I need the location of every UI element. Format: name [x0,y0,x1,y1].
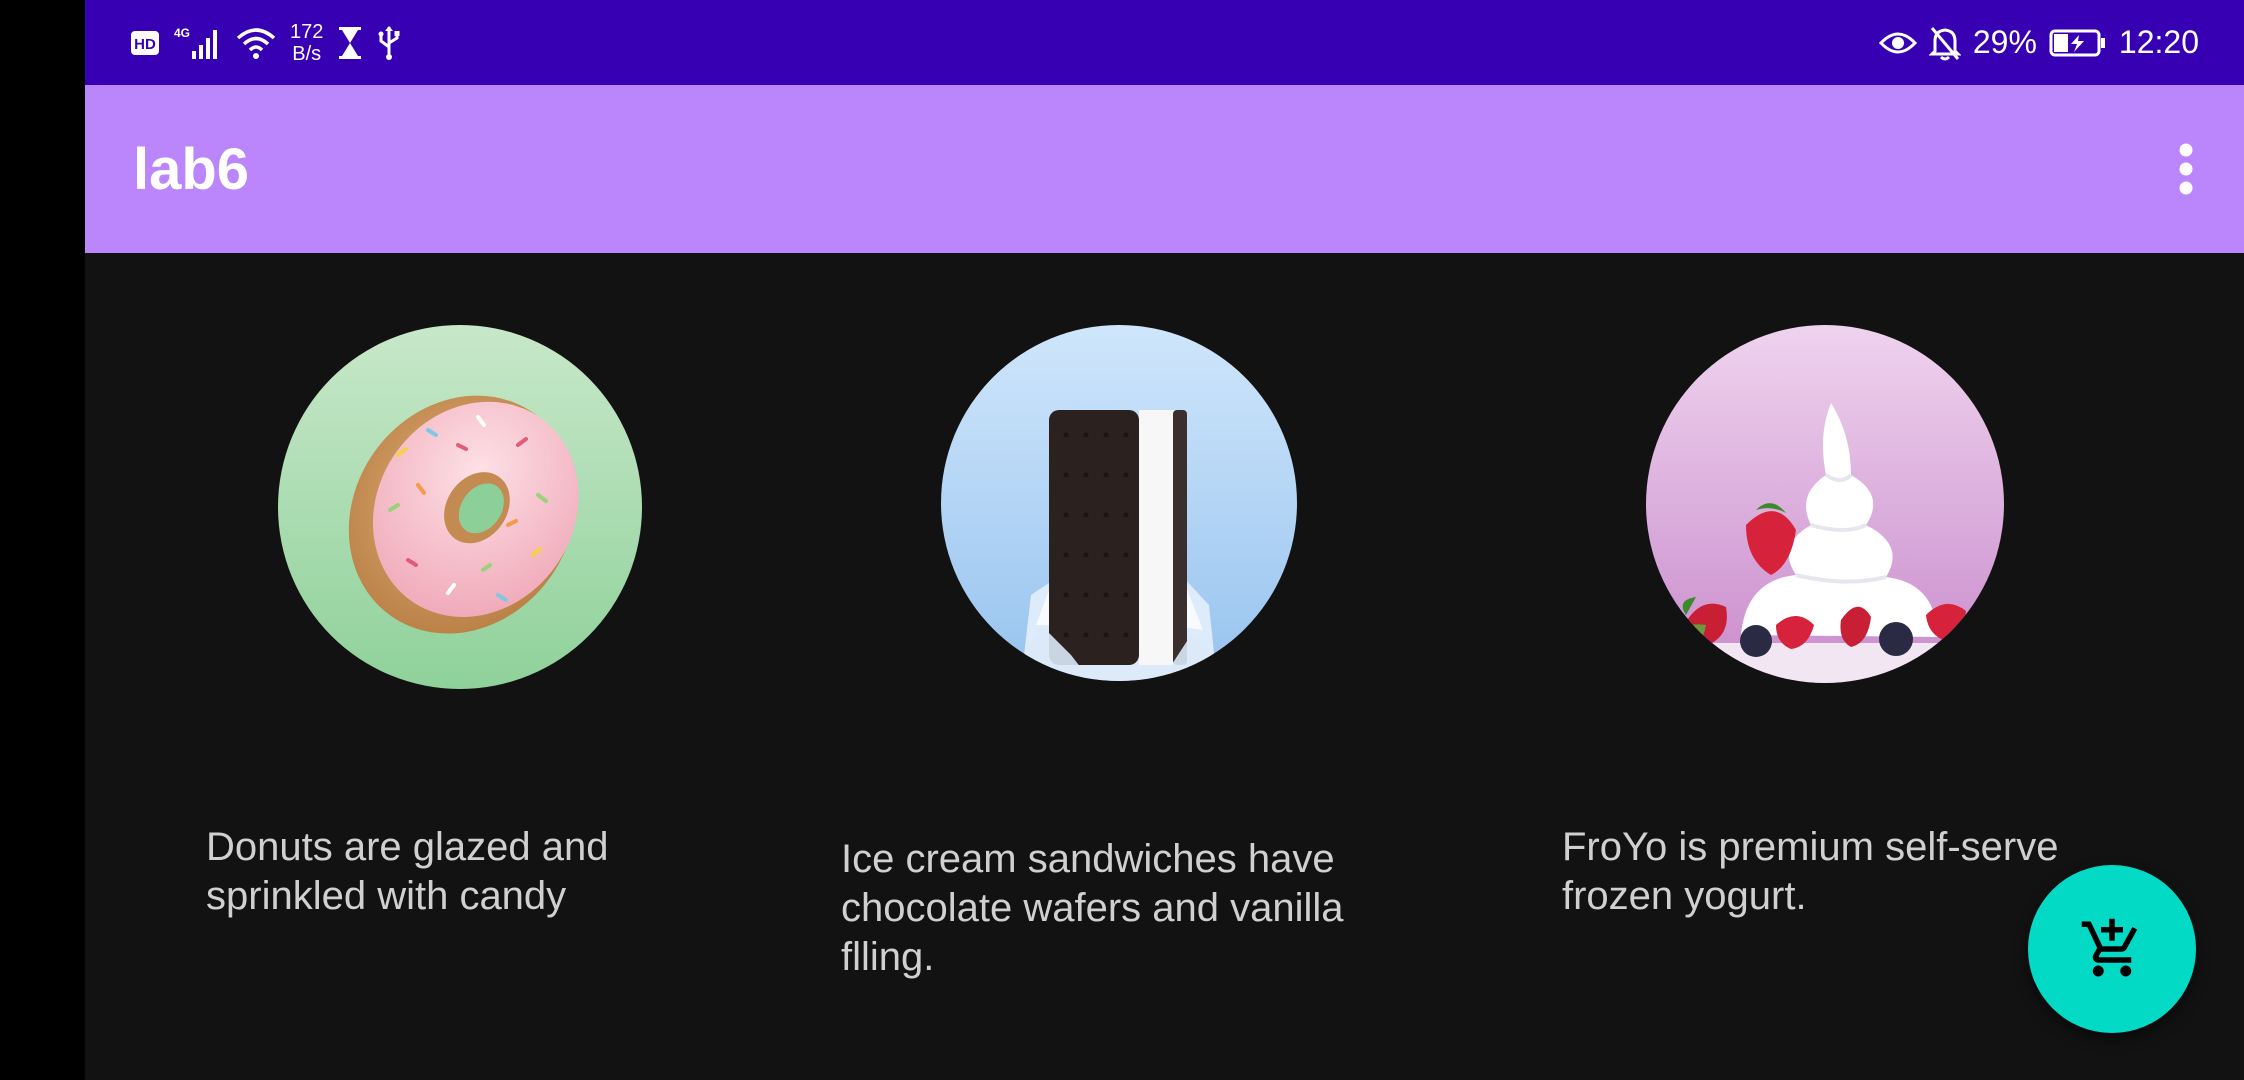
status-bar-right: 29% 12:20 [1878,0,2199,85]
usb-icon [377,25,401,61]
battery-percent: 29% [1972,24,2037,60]
overflow-menu-button[interactable] [2156,135,2216,203]
hourglass-icon [337,26,363,60]
dessert-description: FroYo is premium self-serve frozen yogur… [1562,825,2059,918]
dessert-grid: Donuts are glazed and sprinkled with can… [85,253,2244,1080]
bell-off-icon [1928,25,1961,61]
froyo-image[interactable] [1646,325,2004,683]
more-vert-icon [2178,143,2194,195]
add-shopping-cart-icon [2079,916,2145,982]
status-bar: HD 4G 172 B/s 29% 12:20 [85,0,2244,85]
display-cutout [0,0,85,1080]
net-speed-value: 172 [290,20,324,43]
hd-icon: HD [130,30,160,56]
app-bar: lab6 [85,85,2244,253]
eye-icon [1878,29,1917,57]
dessert-description: Ice cream sandwiches have chocolate wafe… [841,837,1344,979]
dessert-card-ice-cream-sandwich[interactable]: Ice cream sandwiches have chocolate wafe… [785,253,1485,1080]
dessert-description: Donuts are glazed and sprinkled with can… [206,825,609,918]
app-title: lab6 [133,136,250,202]
network-type-label: 4G [174,26,190,40]
signal-icon: 4G [174,25,222,61]
app-screen: HD 4G 172 B/s 29% 12:20 lab6 Donuts are … [85,0,2244,1080]
wifi-icon [236,26,276,60]
clock: 12:20 [2118,24,2199,60]
dessert-card-donut[interactable]: Donuts are glazed and sprinkled with can… [85,253,785,1080]
froyo-icon [1646,325,2004,683]
add-to-cart-fab[interactable] [2028,865,2196,1033]
donut-icon [278,325,642,689]
svg-text:HD: HD [134,36,156,53]
net-speed-unit: B/s [292,42,322,65]
ice-cream-sandwich-icon [941,325,1297,681]
donut-image[interactable] [278,325,642,689]
battery-charging-icon [2049,29,2107,57]
status-bar-left: HD 4G 172 B/s [130,0,401,85]
net-speed: 172 B/s [290,21,323,65]
ice-cream-sandwich-image[interactable] [941,325,1297,681]
